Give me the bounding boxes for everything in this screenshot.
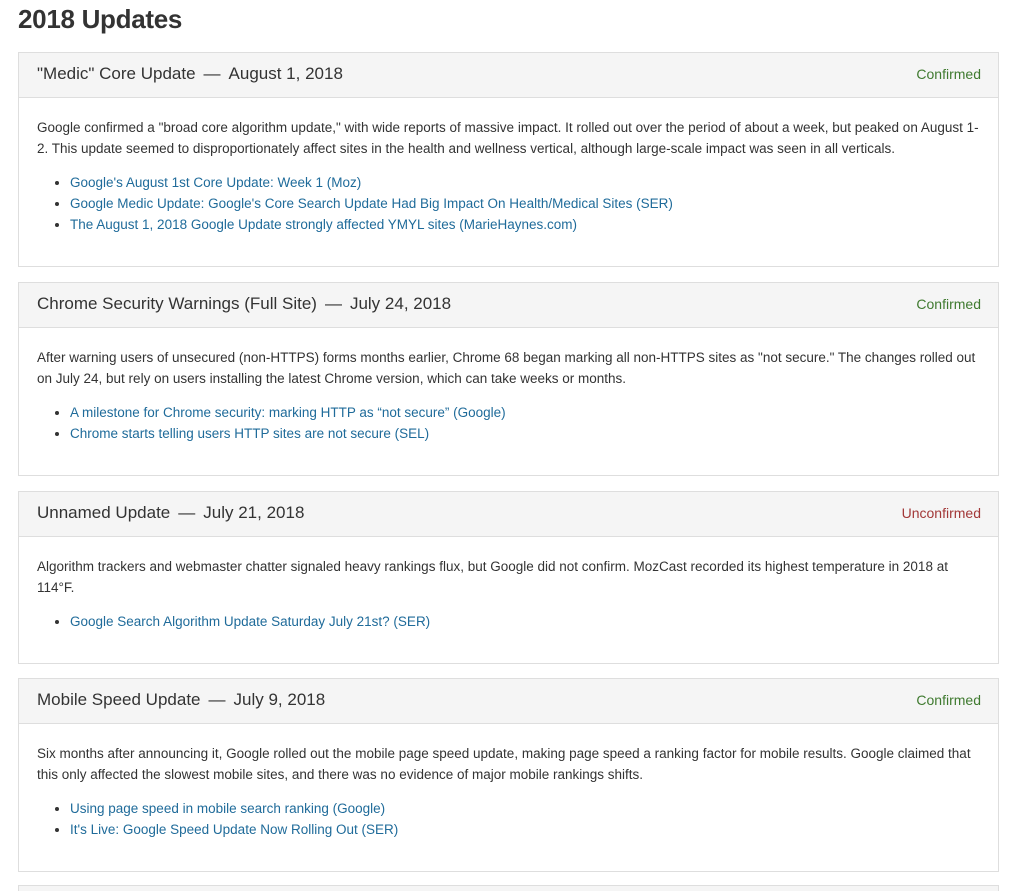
card-title: Unnamed Update — July 21, 2018 <box>37 503 304 523</box>
page-title: 2018 Updates <box>18 4 183 34</box>
update-description: Six months after announcing it, Google r… <box>37 746 971 782</box>
update-card-medic: "Medic" Core Update — August 1, 2018 Confi… <box>18 52 999 267</box>
card-body: Algorithm trackers and webmaster chatter… <box>19 537 998 632</box>
status-badge: Confirmed <box>916 296 981 312</box>
list-item: The August 1, 2018 Google Update strongl… <box>70 214 980 235</box>
status-badge: Unconfirmed <box>901 505 981 521</box>
page: 2018 Updates "Medic" Core Update — August … <box>0 0 1018 891</box>
card-body: Google confirmed a "broad core algorithm… <box>19 98 998 235</box>
update-name: Unnamed Update <box>37 503 171 522</box>
card-body: Six months after announcing it, Google r… <box>19 724 998 840</box>
reference-link[interactable]: It's Live: Google Speed Update Now Rolli… <box>70 822 398 837</box>
card-title: "Medic" Core Update — August 1, 2018 <box>37 64 343 84</box>
reference-list: Using page speed in mobile search rankin… <box>37 798 980 840</box>
list-item: It's Live: Google Speed Update Now Rolli… <box>70 819 980 840</box>
title-separator: — <box>203 64 221 83</box>
card-header: Chrome Security Warnings (Full Site) — Jul… <box>19 283 998 328</box>
title-separator: — <box>178 503 196 522</box>
card-title: Chrome Security Warnings (Full Site) — Jul… <box>37 294 451 314</box>
update-card-mobile-speed: Mobile Speed Update — July 9, 2018 Confirm… <box>18 678 999 872</box>
list-item: A milestone for Chrome security: marking… <box>70 402 980 423</box>
reference-link[interactable]: The August 1, 2018 Google Update strongl… <box>70 217 577 232</box>
update-card-chrome-security: Chrome Security Warnings (Full Site) — Jul… <box>18 282 999 476</box>
card-title: Mobile Speed Update — July 9, 2018 <box>37 690 325 710</box>
reference-link[interactable]: Google Medic Update: Google's Core Searc… <box>70 196 673 211</box>
list-item: Google Medic Update: Google's Core Searc… <box>70 193 980 214</box>
list-item: Google's August 1st Core Update: Week 1 … <box>70 172 980 193</box>
title-separator: — <box>208 690 226 709</box>
update-name: Chrome Security Warnings (Full Site) <box>37 294 317 313</box>
reference-link[interactable]: Chrome starts telling users HTTP sites a… <box>70 426 429 441</box>
title-separator: — <box>324 294 342 313</box>
update-description: Algorithm trackers and webmaster chatter… <box>37 559 948 595</box>
list-item: Chrome starts telling users HTTP sites a… <box>70 423 980 444</box>
reference-link[interactable]: Google's August 1st Core Update: Week 1 … <box>70 175 361 190</box>
card-body: After warning users of unsecured (non-HT… <box>19 328 998 444</box>
reference-list: Google Search Algorithm Update Saturday … <box>37 611 980 632</box>
update-date: July 24, 2018 <box>349 294 452 313</box>
update-date: July 21, 2018 <box>203 503 305 522</box>
status-badge: Confirmed <box>916 66 981 82</box>
reference-link[interactable]: Using page speed in mobile search rankin… <box>70 801 385 816</box>
card-header: Mobile Speed Update — July 9, 2018 Confirm… <box>19 679 998 724</box>
reference-link[interactable]: A milestone for Chrome security: marking… <box>70 405 506 420</box>
update-card-unnamed: Unnamed Update — July 21, 2018 Unconfirmed… <box>18 491 999 664</box>
next-card-edge <box>18 885 999 891</box>
update-date: July 9, 2018 <box>233 690 326 709</box>
update-description: Google confirmed a "broad core algorithm… <box>37 120 979 156</box>
reference-list: Google's August 1st Core Update: Week 1 … <box>37 172 980 235</box>
reference-link[interactable]: Google Search Algorithm Update Saturday … <box>70 614 430 629</box>
update-date: August 1, 2018 <box>228 64 343 83</box>
update-name: Mobile Speed Update <box>37 690 201 709</box>
update-description: After warning users of unsecured (non-HT… <box>37 350 976 386</box>
reference-list: A milestone for Chrome security: marking… <box>37 402 980 444</box>
status-badge: Confirmed <box>916 692 981 708</box>
card-header: "Medic" Core Update — August 1, 2018 Confi… <box>19 53 998 98</box>
list-item: Using page speed in mobile search rankin… <box>70 798 980 819</box>
list-item: Google Search Algorithm Update Saturday … <box>70 611 980 632</box>
update-name: "Medic" Core Update <box>37 64 196 83</box>
card-header: Unnamed Update — July 21, 2018 Unconfirmed <box>19 492 998 537</box>
